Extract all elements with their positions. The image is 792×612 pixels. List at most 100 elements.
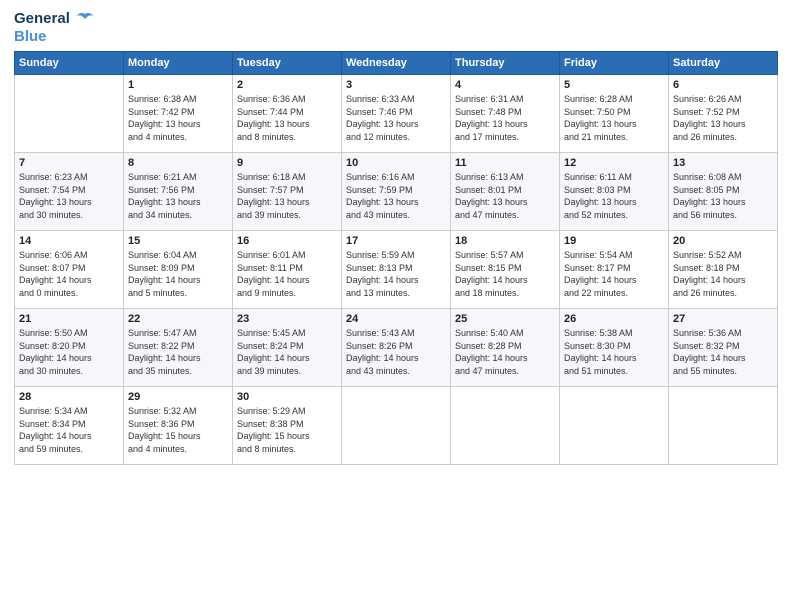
day-number: 11 xyxy=(455,157,555,169)
day-info: Sunrise: 6:36 AM Sunset: 7:44 PM Dayligh… xyxy=(237,93,337,143)
day-info: Sunrise: 6:01 AM Sunset: 8:11 PM Dayligh… xyxy=(237,249,337,299)
day-info: Sunrise: 5:40 AM Sunset: 8:28 PM Dayligh… xyxy=(455,327,555,377)
day-number: 3 xyxy=(346,79,446,91)
cell-w1d0: 7 Sunrise: 6:23 AM Sunset: 7:54 PM Daylig… xyxy=(15,153,124,231)
cell-w3d3: 24Sunrise: 5:43 AM Sunset: 8:26 PM Dayli… xyxy=(342,309,451,387)
cell-w2d6: 20 Sunrise: 5:52 AM Sunset: 8:18 PM Dayli… xyxy=(669,231,778,309)
day-info: Sunrise: 5:54 AM Sunset: 8:17 PM Dayligh… xyxy=(564,249,664,299)
cell-w3d2: 23Sunrise: 5:45 AM Sunset: 8:24 PM Dayli… xyxy=(233,309,342,387)
day-number: 28 xyxy=(19,391,119,403)
page: General Blue SundayMondayTuesdayWednesda… xyxy=(0,0,792,612)
cell-w3d0: 21 Sunrise: 5:50 AM Sunset: 8:20 PM Dayli… xyxy=(15,309,124,387)
col-header-thursday: Thursday xyxy=(451,52,560,75)
day-info: Sunrise: 5:29 AM Sunset: 8:38 PM Dayligh… xyxy=(237,405,337,455)
logo: General Blue xyxy=(14,10,94,45)
cell-w0d0 xyxy=(15,75,124,153)
day-number: 4 xyxy=(455,79,555,91)
header-row: SundayMondayTuesdayWednesdayThursdayFrid… xyxy=(15,52,778,75)
cell-w0d5: 5 Sunrise: 6:28 AM Sunset: 7:50 PM Daylig… xyxy=(560,75,669,153)
cell-w4d2: 30 Sunrise: 5:29 AM Sunset: 8:38 PM Dayli… xyxy=(233,387,342,465)
day-number: 26 xyxy=(564,313,664,325)
day-number: 22 xyxy=(128,313,228,325)
cell-w0d3: 3 Sunrise: 6:33 AM Sunset: 7:46 PM Daylig… xyxy=(342,75,451,153)
cell-w2d1: 15Sunrise: 6:04 AM Sunset: 8:09 PM Dayli… xyxy=(124,231,233,309)
cell-w2d0: 14 Sunrise: 6:06 AM Sunset: 8:07 PM Dayli… xyxy=(15,231,124,309)
day-info: Sunrise: 6:23 AM Sunset: 7:54 PM Dayligh… xyxy=(19,171,119,221)
cell-w2d5: 19 Sunrise: 5:54 AM Sunset: 8:17 PM Dayli… xyxy=(560,231,669,309)
day-info: Sunrise: 5:59 AM Sunset: 8:13 PM Dayligh… xyxy=(346,249,446,299)
cell-w3d4: 25 Sunrise: 5:40 AM Sunset: 8:28 PM Dayli… xyxy=(451,309,560,387)
logo-line1: General xyxy=(14,10,94,28)
day-number: 27 xyxy=(673,313,773,325)
cell-w4d3 xyxy=(342,387,451,465)
cell-w4d1: 29 Sunrise: 5:32 AM Sunset: 8:36 PM Dayli… xyxy=(124,387,233,465)
day-info: Sunrise: 6:06 AM Sunset: 8:07 PM Dayligh… xyxy=(19,249,119,299)
week-row-5: 28 Sunrise: 5:34 AM Sunset: 8:34 PM Dayli… xyxy=(15,387,778,465)
day-info: Sunrise: 5:36 AM Sunset: 8:32 PM Dayligh… xyxy=(673,327,773,377)
col-header-saturday: Saturday xyxy=(669,52,778,75)
cell-w2d4: 18 Sunrise: 5:57 AM Sunset: 8:15 PM Dayli… xyxy=(451,231,560,309)
day-info: Sunrise: 6:33 AM Sunset: 7:46 PM Dayligh… xyxy=(346,93,446,143)
day-info: Sunrise: 5:47 AM Sunset: 8:22 PM Dayligh… xyxy=(128,327,228,377)
day-number: 10 xyxy=(346,157,446,169)
day-info: Sunrise: 5:32 AM Sunset: 8:36 PM Dayligh… xyxy=(128,405,228,455)
day-number: 24 xyxy=(346,313,446,325)
day-info: Sunrise: 6:28 AM Sunset: 7:50 PM Dayligh… xyxy=(564,93,664,143)
day-info: Sunrise: 6:18 AM Sunset: 7:57 PM Dayligh… xyxy=(237,171,337,221)
col-header-friday: Friday xyxy=(560,52,669,75)
day-number: 21 xyxy=(19,313,119,325)
cell-w1d6: 13 Sunrise: 6:08 AM Sunset: 8:05 PM Dayli… xyxy=(669,153,778,231)
week-row-1: 1Sunrise: 6:38 AM Sunset: 7:42 PM Daylig… xyxy=(15,75,778,153)
day-number: 9 xyxy=(237,157,337,169)
col-header-sunday: Sunday xyxy=(15,52,124,75)
cell-w3d5: 26Sunrise: 5:38 AM Sunset: 8:30 PM Dayli… xyxy=(560,309,669,387)
cell-w4d5 xyxy=(560,387,669,465)
day-info: Sunrise: 6:21 AM Sunset: 7:56 PM Dayligh… xyxy=(128,171,228,221)
day-number: 13 xyxy=(673,157,773,169)
day-info: Sunrise: 6:31 AM Sunset: 7:48 PM Dayligh… xyxy=(455,93,555,143)
day-number: 14 xyxy=(19,235,119,247)
day-number: 25 xyxy=(455,313,555,325)
day-info: Sunrise: 6:13 AM Sunset: 8:01 PM Dayligh… xyxy=(455,171,555,221)
day-number: 19 xyxy=(564,235,664,247)
cell-w3d6: 27 Sunrise: 5:36 AM Sunset: 8:32 PM Dayli… xyxy=(669,309,778,387)
day-info: Sunrise: 6:04 AM Sunset: 8:09 PM Dayligh… xyxy=(128,249,228,299)
day-number: 12 xyxy=(564,157,664,169)
cell-w0d4: 4 Sunrise: 6:31 AM Sunset: 7:48 PM Daylig… xyxy=(451,75,560,153)
cell-w2d3: 17 Sunrise: 5:59 AM Sunset: 8:13 PM Dayli… xyxy=(342,231,451,309)
col-header-monday: Monday xyxy=(124,52,233,75)
day-number: 29 xyxy=(128,391,228,403)
day-info: Sunrise: 6:08 AM Sunset: 8:05 PM Dayligh… xyxy=(673,171,773,221)
day-info: Sunrise: 5:50 AM Sunset: 8:20 PM Dayligh… xyxy=(19,327,119,377)
day-number: 7 xyxy=(19,157,119,169)
col-header-wednesday: Wednesday xyxy=(342,52,451,75)
cell-w0d1: 1Sunrise: 6:38 AM Sunset: 7:42 PM Daylig… xyxy=(124,75,233,153)
cell-w1d2: 9 Sunrise: 6:18 AM Sunset: 7:57 PM Daylig… xyxy=(233,153,342,231)
cell-w0d2: 2Sunrise: 6:36 AM Sunset: 7:44 PM Daylig… xyxy=(233,75,342,153)
day-number: 30 xyxy=(237,391,337,403)
day-number: 18 xyxy=(455,235,555,247)
day-number: 8 xyxy=(128,157,228,169)
calendar-table: SundayMondayTuesdayWednesdayThursdayFrid… xyxy=(14,51,778,465)
day-number: 1 xyxy=(128,79,228,91)
day-number: 5 xyxy=(564,79,664,91)
day-info: Sunrise: 5:45 AM Sunset: 8:24 PM Dayligh… xyxy=(237,327,337,377)
cell-w1d1: 8 Sunrise: 6:21 AM Sunset: 7:56 PM Daylig… xyxy=(124,153,233,231)
cell-w0d6: 6Sunrise: 6:26 AM Sunset: 7:52 PM Daylig… xyxy=(669,75,778,153)
day-number: 20 xyxy=(673,235,773,247)
cell-w1d5: 12Sunrise: 6:11 AM Sunset: 8:03 PM Dayli… xyxy=(560,153,669,231)
cell-w3d1: 22 Sunrise: 5:47 AM Sunset: 8:22 PM Dayli… xyxy=(124,309,233,387)
col-header-tuesday: Tuesday xyxy=(233,52,342,75)
day-info: Sunrise: 5:57 AM Sunset: 8:15 PM Dayligh… xyxy=(455,249,555,299)
cell-w1d3: 10Sunrise: 6:16 AM Sunset: 7:59 PM Dayli… xyxy=(342,153,451,231)
day-info: Sunrise: 5:34 AM Sunset: 8:34 PM Dayligh… xyxy=(19,405,119,455)
day-number: 16 xyxy=(237,235,337,247)
day-info: Sunrise: 5:52 AM Sunset: 8:18 PM Dayligh… xyxy=(673,249,773,299)
cell-w4d6 xyxy=(669,387,778,465)
cell-w4d0: 28 Sunrise: 5:34 AM Sunset: 8:34 PM Dayli… xyxy=(15,387,124,465)
logo-line2: Blue xyxy=(14,28,94,45)
cell-w2d2: 16 Sunrise: 6:01 AM Sunset: 8:11 PM Dayli… xyxy=(233,231,342,309)
logo-bird-icon xyxy=(76,10,94,28)
day-number: 17 xyxy=(346,235,446,247)
cell-w4d4 xyxy=(451,387,560,465)
